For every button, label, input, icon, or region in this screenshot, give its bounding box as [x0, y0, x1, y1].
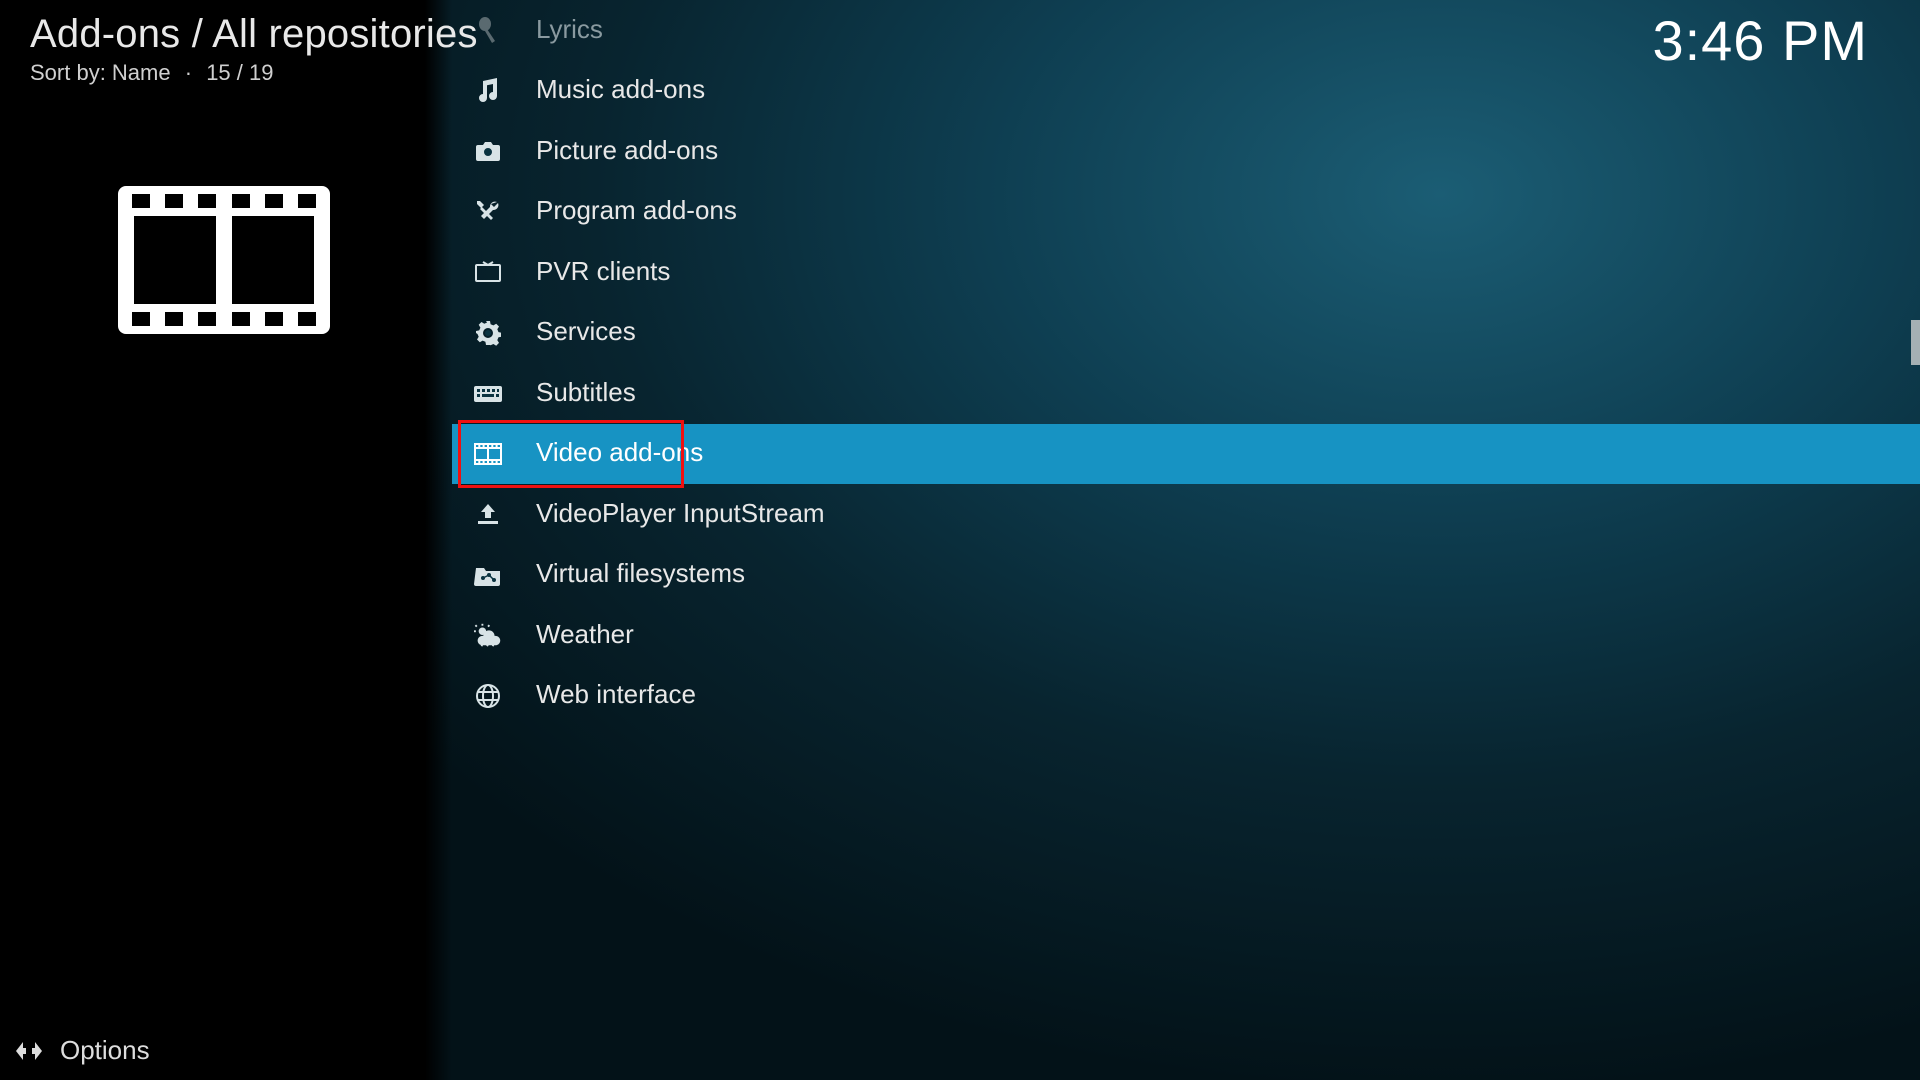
list-item-label: Services	[536, 316, 636, 347]
list-position: 15 / 19	[206, 60, 273, 85]
list-item-label: Picture add-ons	[536, 135, 718, 166]
tv-icon	[474, 258, 502, 286]
category-list: Lyrics Music add-ons Picture add-ons Progra…	[452, 0, 1920, 1080]
list-item-label: Virtual filesystems	[536, 558, 745, 589]
keyboard-icon	[474, 379, 502, 407]
list-item[interactable]: Picture add-ons	[452, 121, 1920, 182]
sidebar: Add-ons / All repositories Sort by: Name…	[0, 0, 452, 1080]
sort-info: Sort by: Name · 15 / 19	[30, 60, 452, 86]
list-item-label: Weather	[536, 619, 634, 650]
breadcrumb: Add-ons / All repositories	[30, 14, 452, 54]
folder-net-icon	[474, 561, 502, 589]
list-item-label: Lyrics	[536, 14, 603, 45]
list-item[interactable]: VideoPlayer InputStream	[452, 484, 1920, 545]
preview-icon	[118, 186, 330, 334]
scrollbar-thumb[interactable]	[1911, 320, 1920, 365]
list-item-label: Subtitles	[536, 377, 636, 408]
list-item[interactable]: Web interface	[452, 666, 1920, 727]
list-item-label: VideoPlayer InputStream	[536, 498, 825, 529]
list-item[interactable]: Weather	[452, 605, 1920, 666]
list-item[interactable]: Virtual filesystems	[452, 545, 1920, 606]
film-icon	[474, 440, 502, 468]
list-item[interactable]: Subtitles	[452, 363, 1920, 424]
list-item-label: PVR clients	[536, 256, 670, 287]
list-item[interactable]: PVR clients	[452, 242, 1920, 303]
film-large-icon	[118, 186, 330, 334]
gear-icon	[474, 319, 502, 347]
tools-icon	[474, 198, 502, 226]
list-item-label: Web interface	[536, 679, 696, 710]
list-item[interactable]: Music add-ons	[452, 61, 1920, 122]
camera-icon	[474, 137, 502, 165]
list-item-label: Music add-ons	[536, 74, 705, 105]
list-item-label: Video add-ons	[536, 437, 703, 468]
list-item[interactable]: Services	[452, 303, 1920, 364]
separator-dot: ·	[185, 60, 192, 85]
globe-icon	[474, 682, 502, 710]
mic-icon	[474, 16, 502, 44]
upload-icon	[474, 500, 502, 528]
sort-label: Sort by: Name	[30, 60, 171, 85]
options-label: Options	[60, 1035, 150, 1066]
options-button[interactable]: Options	[14, 1035, 150, 1066]
list-item-label: Program add-ons	[536, 195, 737, 226]
list-item[interactable]: Video add-ons	[452, 424, 1920, 485]
list-item[interactable]: Program add-ons	[452, 182, 1920, 243]
list-item[interactable]: Lyrics	[452, 0, 1920, 61]
arrows-horizontal-icon	[14, 1038, 44, 1064]
weather-icon	[474, 621, 502, 649]
music-icon	[474, 77, 502, 105]
